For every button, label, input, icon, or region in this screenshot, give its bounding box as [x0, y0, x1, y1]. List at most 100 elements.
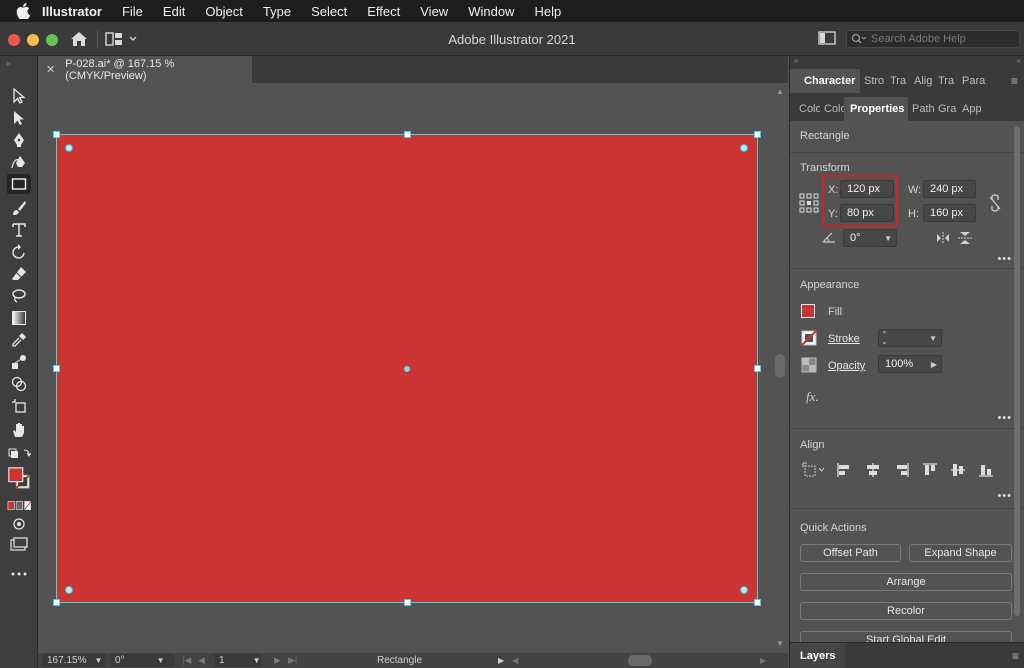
- menu-edit[interactable]: Edit: [163, 4, 185, 19]
- panel-menu-icon[interactable]: ≡: [1011, 74, 1018, 88]
- last-artboard-icon[interactable]: ▶|: [288, 655, 297, 666]
- chevron-down-icon[interactable]: ▼: [94, 656, 102, 665]
- tab-transparency[interactable]: Tra: [886, 69, 910, 93]
- canvas[interactable]: [38, 83, 772, 653]
- home-icon[interactable]: [68, 30, 90, 48]
- layers-menu-icon[interactable]: ≡: [1012, 649, 1019, 663]
- menu-effect[interactable]: Effect: [367, 4, 400, 19]
- vertical-scrollbar-thumb[interactable]: [775, 354, 785, 378]
- scroll-down-icon[interactable]: ▼: [776, 639, 784, 648]
- align-right-icon[interactable]: [894, 462, 910, 481]
- expand-shape-button[interactable]: Expand Shape: [909, 544, 1012, 562]
- resize-handle-right[interactable]: [754, 365, 761, 372]
- previous-artboard-icon[interactable]: ◀: [198, 655, 205, 666]
- lasso-tool-icon[interactable]: [7, 286, 31, 306]
- tab-color[interactable]: Colo: [790, 97, 820, 121]
- chevron-down-icon[interactable]: ▼: [884, 234, 892, 243]
- chevron-down-icon[interactable]: ▼: [157, 656, 165, 665]
- resize-handle-bottom-left[interactable]: [53, 599, 60, 606]
- opacity-label[interactable]: Opacity: [828, 360, 865, 372]
- scroll-left-icon[interactable]: ◀: [512, 656, 518, 665]
- menu-illustrator[interactable]: Illustrator: [42, 4, 102, 19]
- resize-handle-top-left[interactable]: [53, 131, 60, 138]
- menu-view[interactable]: View: [420, 4, 448, 19]
- tab-character[interactable]: Character: [790, 69, 860, 93]
- rectangle-tool-icon[interactable]: [7, 174, 31, 194]
- zoom-field[interactable]: 167.15% ▼: [42, 654, 106, 667]
- offset-path-button[interactable]: Offset Path: [800, 544, 901, 562]
- rotate-tool-icon[interactable]: [7, 242, 31, 262]
- artboard-tool-icon[interactable]: [7, 396, 31, 416]
- menu-help[interactable]: Help: [534, 4, 561, 19]
- menu-type[interactable]: Type: [263, 4, 291, 19]
- corner-radius-widget-bottom-right[interactable]: [740, 586, 748, 594]
- rotation-field[interactable]: 0° ▼: [110, 654, 174, 667]
- align-vertical-center-icon[interactable]: [950, 462, 966, 481]
- constrain-proportions-icon[interactable]: [988, 194, 1002, 215]
- vertical-scrollbar[interactable]: ▲ ▼: [772, 83, 788, 653]
- tab-align[interactable]: Alig: [910, 69, 934, 93]
- window-minimize-button[interactable]: [27, 34, 39, 46]
- recolor-button[interactable]: Recolor: [800, 602, 1012, 620]
- resize-handle-top-right[interactable]: [754, 131, 761, 138]
- window-maximize-button[interactable]: [46, 34, 58, 46]
- menu-window[interactable]: Window: [468, 4, 514, 19]
- width-field[interactable]: 240 px: [923, 180, 976, 198]
- height-field[interactable]: 160 px: [923, 204, 976, 222]
- align-left-icon[interactable]: [836, 462, 852, 481]
- blend-tool-icon[interactable]: [7, 352, 31, 372]
- chevron-down-icon[interactable]: ▼: [253, 656, 261, 665]
- chevron-right-icon[interactable]: ▶: [931, 360, 937, 369]
- tab-appearance[interactable]: App: [958, 97, 986, 121]
- scroll-right-icon[interactable]: ▶: [760, 656, 766, 665]
- tab-color-guide[interactable]: Colo: [820, 97, 844, 121]
- arrange-button[interactable]: Arrange: [800, 573, 1012, 591]
- align-horizontal-center-icon[interactable]: [865, 462, 881, 481]
- fill-stroke-indicator[interactable]: [7, 464, 31, 492]
- tab-pathfinder[interactable]: Path: [908, 97, 934, 121]
- tab-stroke[interactable]: Stro: [860, 69, 886, 93]
- panel-toggle-icon[interactable]: [818, 31, 838, 47]
- apple-icon[interactable]: [14, 3, 32, 19]
- chevron-down-icon[interactable]: ▼: [929, 334, 937, 343]
- flip-vertical-icon[interactable]: [958, 232, 972, 247]
- panel-scrollbar[interactable]: [1012, 126, 1022, 626]
- hand-tool-icon[interactable]: [7, 420, 31, 440]
- fill-swatch[interactable]: [801, 304, 815, 318]
- menu-file[interactable]: File: [122, 4, 143, 19]
- menu-select[interactable]: Select: [311, 4, 347, 19]
- next-artboard-icon[interactable]: ▶: [274, 655, 281, 666]
- appearance-more-options-icon[interactable]: •••: [997, 412, 1012, 424]
- color-mode-icon[interactable]: [7, 496, 31, 516]
- draw-mode-icon[interactable]: [7, 514, 31, 534]
- curvature-tool-icon[interactable]: [7, 152, 31, 172]
- tab-properties[interactable]: Properties: [844, 97, 908, 121]
- resize-handle-top[interactable]: [404, 131, 411, 138]
- paintbrush-tool-icon[interactable]: [7, 198, 31, 218]
- workspace-switcher[interactable]: [105, 31, 141, 47]
- align-to-icon[interactable]: [802, 462, 826, 481]
- menu-object[interactable]: Object: [205, 4, 243, 19]
- first-artboard-icon[interactable]: |◀: [182, 655, 191, 666]
- swap-fill-stroke-icon[interactable]: [7, 444, 31, 464]
- artboard-number-field[interactable]: 1 ▼: [214, 654, 262, 667]
- panel-scrollbar-thumb[interactable]: [1014, 126, 1020, 616]
- resize-handle-bottom-right[interactable]: [754, 599, 761, 606]
- corner-radius-widget-top-left[interactable]: [65, 144, 73, 152]
- tab-layers[interactable]: Layers: [790, 643, 846, 668]
- tab-transform[interactable]: Tra: [934, 69, 958, 93]
- reference-point-icon[interactable]: [799, 193, 819, 216]
- selection-tool-icon[interactable]: [7, 86, 31, 106]
- resize-handle-bottom[interactable]: [404, 599, 411, 606]
- scroll-up-icon[interactable]: ▲: [776, 87, 784, 96]
- horizontal-scrollbar-thumb[interactable]: [628, 655, 652, 666]
- gradient-tool-icon[interactable]: [7, 308, 31, 328]
- tab-gradient[interactable]: Gra: [934, 97, 958, 121]
- align-more-options-icon[interactable]: •••: [997, 490, 1012, 502]
- shape-builder-tool-icon[interactable]: [7, 374, 31, 394]
- align-top-icon[interactable]: [922, 462, 938, 481]
- opacity-field[interactable]: 100% ▶: [878, 355, 942, 373]
- pen-tool-icon[interactable]: [7, 130, 31, 150]
- tab-paragraph[interactable]: Para: [958, 69, 988, 93]
- resize-handle-left[interactable]: [53, 365, 60, 372]
